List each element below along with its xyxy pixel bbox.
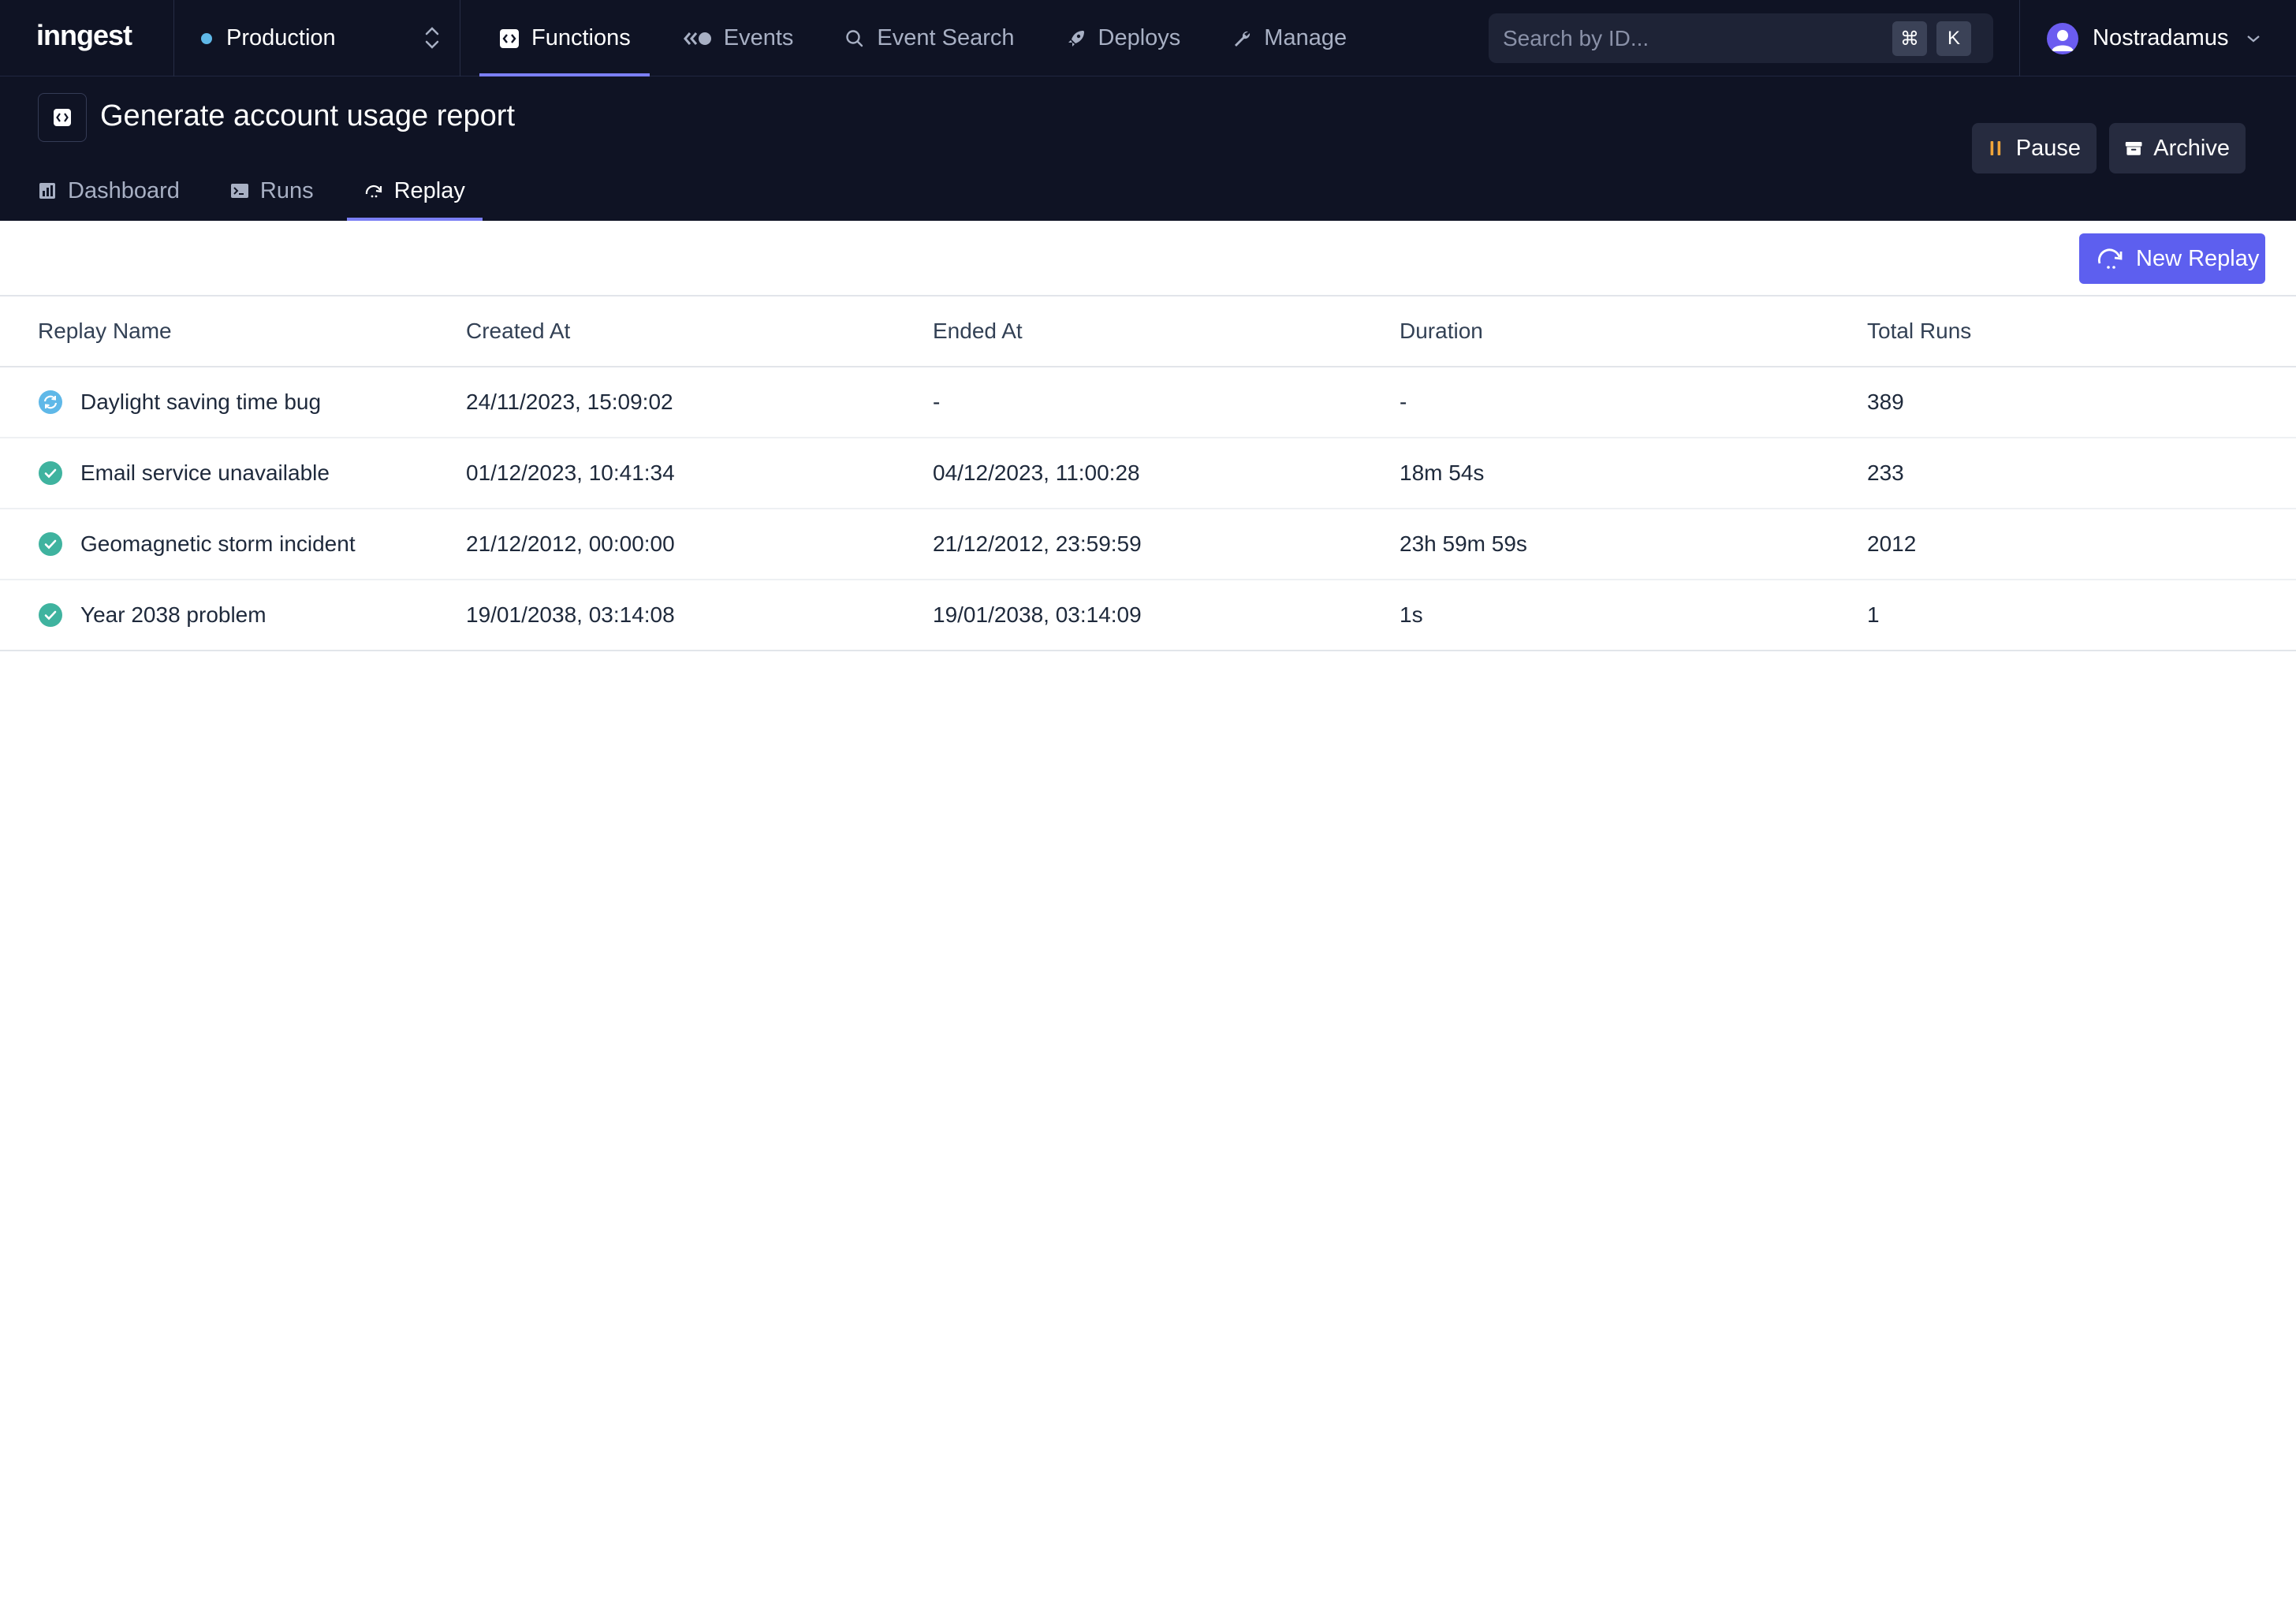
function-header: Generate account usage report Pause Arch… — [0, 76, 2296, 221]
inngest-logo[interactable]: inngest — [36, 19, 132, 52]
replay-table: Replay Name Created At Ended At Duration… — [0, 296, 2296, 651]
table-row[interactable]: Email service unavailable 01/12/2023, 10… — [0, 438, 2296, 509]
replay-name-cell: Email service unavailable — [38, 460, 330, 486]
archive-button[interactable]: Archive — [2109, 123, 2246, 173]
user-name: Nostradamus — [2093, 25, 2229, 50]
events-icon — [681, 28, 713, 50]
replay-name-cell: Year 2038 problem — [38, 602, 266, 628]
function-tabs: Dashboard Runs Replay — [20, 161, 498, 221]
environment-label: Production — [226, 25, 336, 50]
tab-dashboard-label: Dashboard — [68, 177, 180, 203]
chevron-down-icon — [2247, 35, 2261, 42]
terminal-icon — [230, 181, 249, 200]
chart-icon — [38, 181, 57, 200]
environment-switcher[interactable]: Production — [173, 0, 460, 76]
column-header-created-at[interactable]: Created At — [466, 319, 570, 344]
replay-name: Year 2038 problem — [80, 602, 266, 627]
nav-event-search-label: Event Search — [877, 25, 1015, 50]
page-title: Generate account usage report — [100, 99, 516, 132]
nav-functions-label: Functions — [531, 25, 631, 50]
replay-name-cell: Daylight saving time bug — [38, 390, 321, 415]
table-row[interactable]: Year 2038 problem 19/01/2038, 03:14:08 1… — [0, 580, 2296, 651]
archive-label: Archive — [2153, 135, 2230, 161]
table-row[interactable]: Geomagnetic storm incident 21/12/2012, 0… — [0, 509, 2296, 580]
check-circle-icon — [39, 532, 62, 556]
tab-runs[interactable]: Runs — [213, 161, 331, 221]
duration-cell: 18m 54s — [1400, 460, 1485, 485]
column-header-replay-name[interactable]: Replay Name — [38, 319, 172, 344]
search-icon — [844, 28, 866, 50]
shortcut-cmd-key: ⌘ — [1892, 21, 1927, 56]
nav-functions[interactable]: Functions — [479, 0, 650, 76]
wrench-icon — [1231, 28, 1253, 50]
column-header-ended-at[interactable]: Ended At — [933, 319, 1023, 344]
nav-events[interactable]: Events — [662, 0, 813, 76]
replay-name: Email service unavailable — [80, 460, 330, 485]
avatar — [2047, 22, 2078, 54]
chevron-up-down-icon — [425, 27, 439, 49]
tab-runs-label: Runs — [259, 177, 314, 203]
duration-cell: - — [1400, 390, 1407, 414]
pause-label: Pause — [2015, 135, 2081, 161]
rocket-icon — [1065, 28, 1087, 50]
pause-button[interactable]: Pause — [1972, 123, 2097, 173]
pause-icon — [1990, 141, 2001, 155]
archive-icon — [2125, 142, 2142, 155]
table-row[interactable]: Daylight saving time bug 24/11/2023, 15:… — [0, 367, 2296, 438]
total-runs-cell: 2012 — [1867, 531, 1917, 556]
search-by-id-input[interactable]: Search by ID... ⌘ K — [1489, 13, 1993, 63]
created-at-cell: 24/11/2023, 15:09:02 — [466, 390, 673, 414]
check-circle-icon — [39, 603, 62, 627]
search-placeholder: Search by ID... — [1503, 25, 1649, 50]
replay-name: Geomagnetic storm incident — [80, 531, 356, 556]
total-runs-cell: 233 — [1867, 460, 1904, 485]
code-square-icon — [498, 28, 520, 50]
nav-deploys[interactable]: Deploys — [1046, 0, 1200, 76]
new-replay-label: New Replay — [2136, 245, 2260, 271]
total-runs-cell: 389 — [1867, 390, 1904, 414]
replay-name-cell: Geomagnetic storm incident — [38, 531, 356, 557]
ended-at-cell: 21/12/2012, 23:59:59 — [933, 531, 1142, 556]
created-at-cell: 19/01/2038, 03:14:08 — [466, 602, 675, 627]
replay-toolbar: New Replay — [0, 221, 2296, 296]
table-header: Replay Name Created At Ended At Duration… — [0, 296, 2296, 367]
top-navigation-bar: inngest Production Functions Events Even… — [0, 0, 2296, 76]
tab-replay-label: Replay — [393, 177, 465, 203]
total-runs-cell: 1 — [1867, 602, 1880, 627]
nav-event-search[interactable]: Event Search — [825, 0, 1033, 76]
environment-status-dot — [201, 32, 212, 44]
user-menu[interactable]: Nostradamus — [2019, 0, 2296, 76]
tab-replay[interactable]: Replay — [346, 161, 483, 221]
function-icon — [38, 93, 87, 142]
tab-dashboard[interactable]: Dashboard — [20, 161, 197, 221]
replay-name: Daylight saving time bug — [80, 390, 322, 414]
check-circle-icon — [39, 461, 62, 485]
nav-manage-label: Manage — [1264, 25, 1347, 50]
nav-events-label: Events — [723, 25, 794, 50]
nav-manage[interactable]: Manage — [1212, 0, 1366, 76]
ended-at-cell: 04/12/2023, 11:00:28 — [933, 460, 1140, 485]
ended-at-cell: 19/01/2038, 03:14:09 — [933, 602, 1142, 627]
replay-icon — [364, 181, 383, 200]
replay-icon — [2098, 248, 2123, 269]
column-header-duration[interactable]: Duration — [1400, 319, 1483, 344]
nav-deploys-label: Deploys — [1098, 25, 1181, 50]
duration-cell: 23h 59m 59s — [1400, 531, 1527, 556]
main-nav: Functions Events Event Search Deploys Ma… — [479, 0, 1378, 76]
created-at-cell: 01/12/2023, 10:41:34 — [466, 460, 675, 485]
new-replay-button[interactable]: New Replay — [2079, 233, 2265, 284]
duration-cell: 1s — [1400, 602, 1423, 627]
column-header-total-runs[interactable]: Total Runs — [1867, 319, 1971, 344]
shortcut-k-key: K — [1936, 21, 1971, 56]
ended-at-cell: - — [933, 390, 941, 414]
running-status-icon — [39, 390, 62, 414]
created-at-cell: 21/12/2012, 00:00:00 — [466, 531, 675, 556]
